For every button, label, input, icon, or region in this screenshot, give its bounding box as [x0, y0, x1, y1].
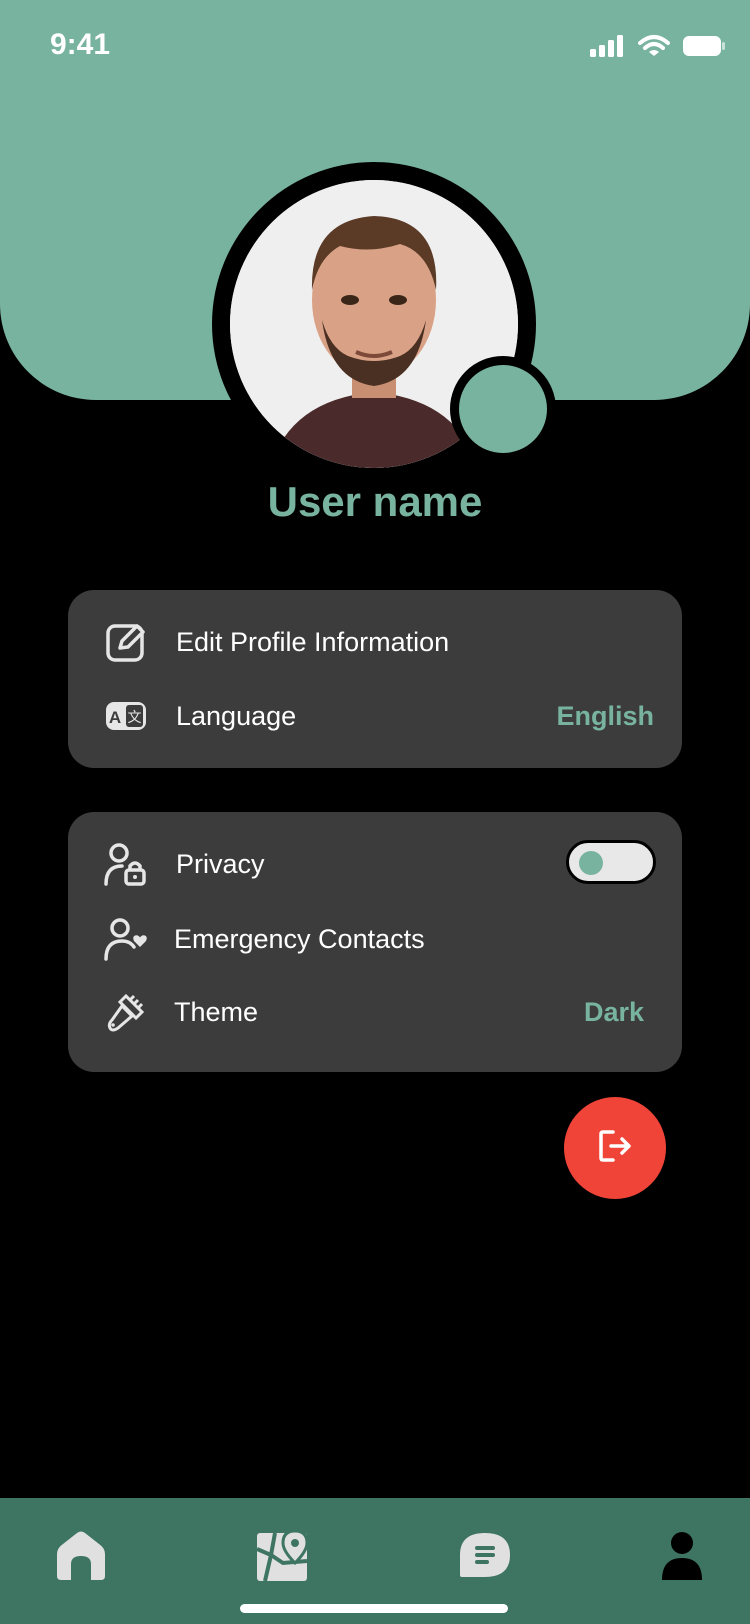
edit-icon: [104, 620, 148, 664]
wifi-icon: [638, 34, 670, 63]
translate-icon: A 文: [104, 694, 148, 738]
map-pin-icon: [255, 1528, 309, 1588]
language-label: Language: [176, 700, 297, 731]
chat-icon: [458, 1531, 512, 1586]
home-indicator: [240, 1604, 508, 1613]
nav-home[interactable]: [51, 1528, 111, 1588]
paint-brush-icon: [104, 990, 148, 1034]
user-heart-icon: [104, 917, 148, 961]
home-icon: [53, 1530, 109, 1587]
toggle-knob: [579, 851, 603, 875]
svg-text:A: A: [109, 708, 121, 727]
profile-icon: [660, 1530, 704, 1587]
battery-icon: [682, 35, 726, 62]
svg-text:文: 文: [128, 710, 142, 726]
language-row[interactable]: A 文 Language English: [68, 686, 682, 746]
logout-icon: [595, 1126, 635, 1171]
account-settings-card: Edit Profile Information A 文 Language En…: [68, 590, 682, 768]
language-value[interactable]: English: [556, 701, 654, 732]
user-lock-icon: [104, 842, 148, 886]
status-icons: [590, 34, 726, 63]
theme-value[interactable]: Dark: [584, 997, 644, 1028]
edit-profile-label: Edit Profile Information: [176, 626, 450, 657]
privacy-row[interactable]: Privacy: [68, 834, 682, 894]
privacy-toggle[interactable]: [566, 840, 656, 884]
user-name: User name: [267, 478, 483, 525]
nav-chat[interactable]: [455, 1528, 515, 1588]
signal-icon: [590, 35, 626, 62]
status-bar: 9:41: [0, 0, 750, 92]
privacy-label: Privacy: [176, 848, 265, 879]
emergency-contacts-row[interactable]: Emergency Contacts: [68, 909, 682, 969]
theme-row[interactable]: Theme Dark: [68, 982, 682, 1042]
privacy-settings-card: Privacy Emergency Contacts Theme Dark: [68, 812, 682, 1072]
status-time: 9:41: [50, 28, 111, 61]
nav-map[interactable]: [252, 1528, 312, 1588]
edit-profile-row[interactable]: Edit Profile Information: [68, 612, 682, 672]
theme-label: Theme: [174, 996, 259, 1027]
logout-button[interactable]: [564, 1097, 666, 1199]
emergency-contacts-label: Emergency Contacts: [174, 923, 425, 954]
nav-profile[interactable]: [652, 1528, 712, 1588]
avatar-edit-badge[interactable]: [459, 365, 547, 453]
